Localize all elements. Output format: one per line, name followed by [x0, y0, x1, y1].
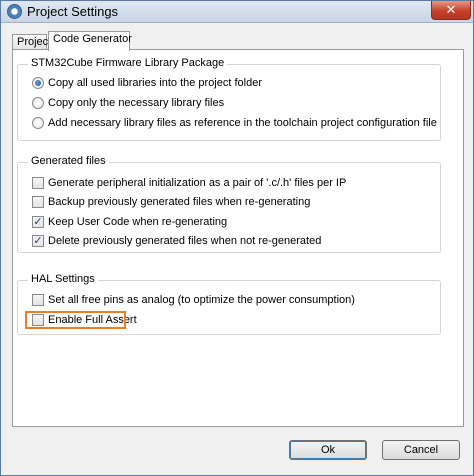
- option-label: Copy only the necessary library files: [48, 97, 225, 109]
- radio-copy-necessary-files[interactable]: Copy only the necessary library files: [32, 95, 224, 111]
- group-title: Generated files: [28, 155, 109, 167]
- option-label: Delete previously generated files when n…: [48, 235, 322, 247]
- radio-button[interactable]: [32, 77, 44, 89]
- option-label: Backup previously generated files when r…: [48, 196, 311, 208]
- checkbox-delete-generated-files[interactable]: ✓ Delete previously generated files when…: [32, 233, 321, 249]
- firmware-library-group: STM32Cube Firmware Library Package Copy …: [17, 57, 441, 141]
- checkbox-backup-generated-files[interactable]: Backup previously generated files when r…: [32, 194, 310, 210]
- option-label: Generate peripheral initialization as a …: [48, 177, 347, 189]
- radio-copy-all-libraries[interactable]: Copy all used libraries into the project…: [32, 75, 262, 91]
- option-label: Copy all used libraries into the project…: [48, 77, 263, 89]
- ok-button[interactable]: Ok: [289, 440, 367, 460]
- project-settings-window: Project Settings ✕ Project Code Generato…: [0, 0, 474, 476]
- close-button[interactable]: ✕: [431, 1, 471, 20]
- option-label: Keep User Code when re-generating: [48, 216, 228, 228]
- radio-button[interactable]: [32, 97, 44, 109]
- tab-code-generator[interactable]: Code Generator: [48, 31, 132, 51]
- checkbox[interactable]: [32, 196, 44, 208]
- group-title: STM32Cube Firmware Library Package: [28, 57, 228, 69]
- radio-add-as-reference[interactable]: Add necessary library files as reference…: [32, 115, 437, 131]
- window-title: Project Settings: [27, 4, 119, 19]
- tab-project[interactable]: Project: [12, 34, 51, 50]
- title-bar[interactable]: Project Settings ✕: [1, 1, 473, 23]
- checkbox-keep-user-code[interactable]: ✓ Keep User Code when re-generating: [32, 214, 227, 230]
- radio-button[interactable]: [32, 117, 44, 129]
- option-label: Set all free pins as analog (to optimize…: [48, 294, 355, 306]
- highlight-box: [25, 311, 126, 329]
- checkbox[interactable]: ✓: [32, 216, 44, 228]
- checkbox[interactable]: [32, 294, 44, 306]
- checkbox[interactable]: [32, 177, 44, 189]
- group-title: HAL Settings: [28, 273, 98, 285]
- option-label: Add necessary library files as reference…: [48, 117, 437, 129]
- checkbox[interactable]: ✓: [32, 235, 44, 247]
- cancel-button[interactable]: Cancel: [382, 440, 460, 460]
- app-icon: [7, 4, 22, 19]
- checkbox-generate-peripheral-init[interactable]: Generate peripheral initialization as a …: [32, 175, 346, 191]
- checkbox-free-pins-analog[interactable]: Set all free pins as analog (to optimize…: [32, 292, 355, 308]
- generated-files-group: Generated files Generate peripheral init…: [17, 155, 441, 253]
